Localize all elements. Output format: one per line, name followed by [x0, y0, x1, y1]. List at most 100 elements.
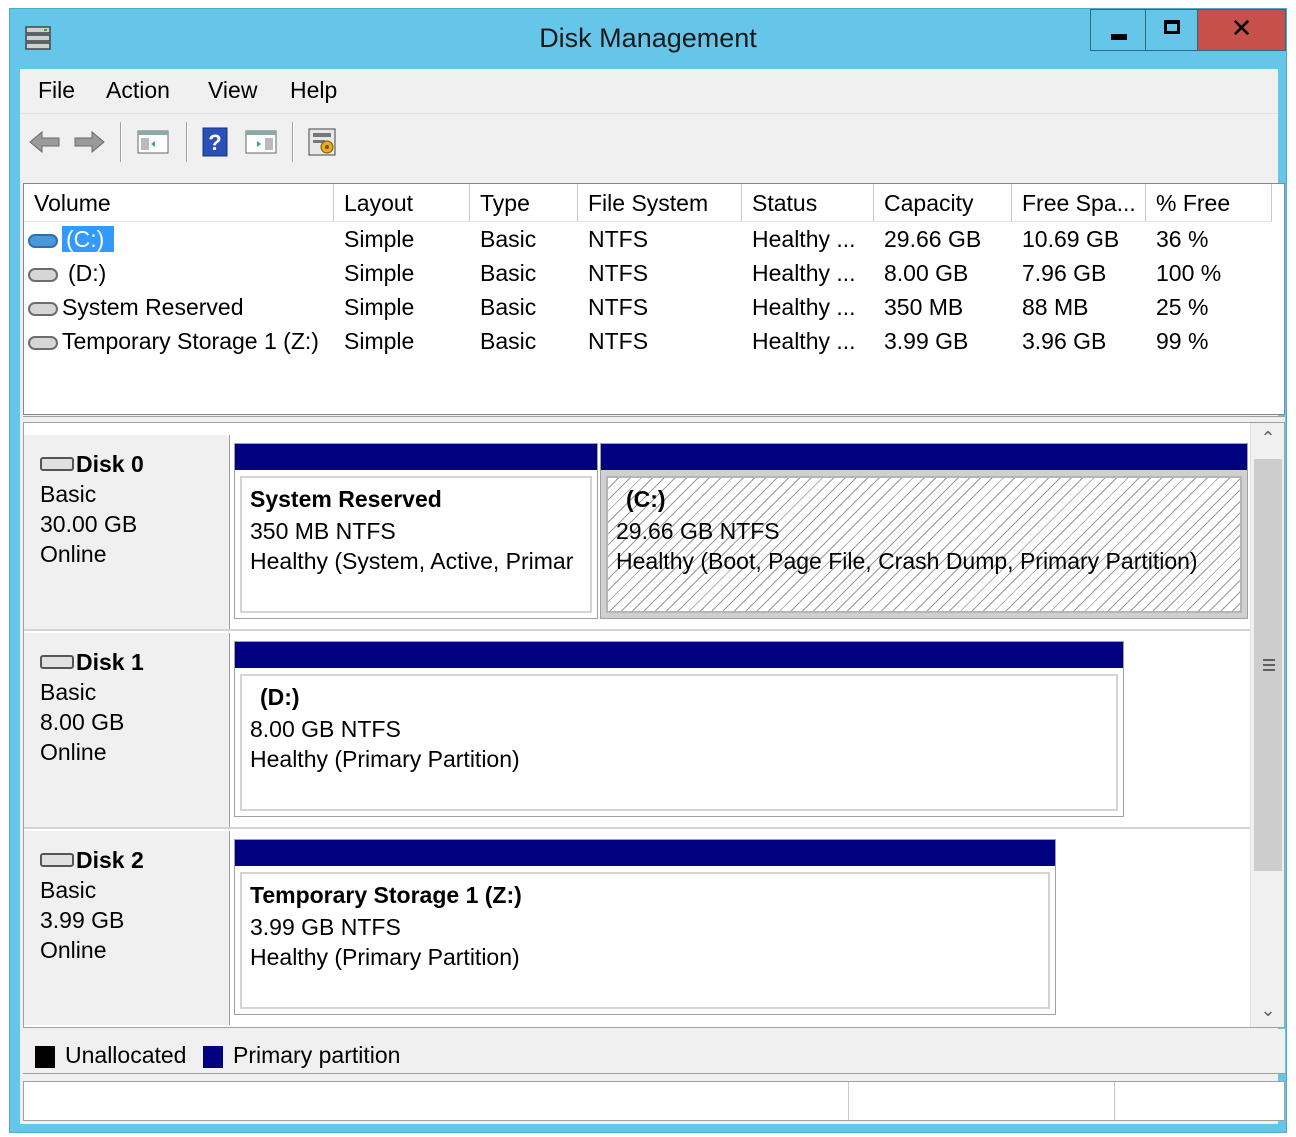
partition-size-fs: 8.00 GB NTFS — [250, 716, 401, 742]
vertical-scrollbar[interactable]: ⌃ ⌄ — [1250, 423, 1284, 1027]
volume-cell[interactable]: (C:) — [28, 226, 115, 253]
show-hide-console-tree-icon[interactable] — [136, 126, 170, 158]
primary-partition-bar — [235, 444, 597, 470]
status-cell: Healthy ... — [752, 328, 856, 354]
capacity-cell: 29.66 GB — [884, 226, 982, 252]
layout-cell: Simple — [344, 328, 415, 354]
maximize-button[interactable] — [1146, 9, 1198, 51]
menu-view[interactable]: View — [208, 77, 257, 104]
disk-kind: Basic — [40, 877, 97, 903]
layout-cell: Simple — [344, 260, 415, 286]
file-system-cell: NTFS — [588, 294, 649, 320]
legend-bar: Unallocated Primary partition — [23, 1029, 1285, 1074]
partition-body[interactable]: (D:) 8.00 GB NTFS Healthy (Primary Parti… — [240, 674, 1118, 811]
scroll-up-icon[interactable]: ⌃ — [1251, 423, 1284, 455]
maximize-icon — [1164, 20, 1180, 34]
help-icon[interactable]: ? — [200, 126, 230, 158]
column-header-free-space[interactable]: Free Spa... — [1012, 184, 1146, 222]
status-bar-separator — [848, 1082, 849, 1120]
volume-icon — [28, 233, 58, 248]
layout-cell: Simple — [344, 294, 415, 320]
volume-name[interactable]: (D:) — [62, 260, 106, 286]
back-arrow-icon[interactable] — [28, 126, 62, 158]
file-system-cell: NTFS — [588, 328, 649, 354]
column-header-layout[interactable]: Layout — [334, 184, 470, 222]
close-button[interactable]: ✕ — [1198, 9, 1286, 51]
volume-icon — [28, 301, 58, 316]
disk-state: Online — [40, 937, 107, 963]
partition-name: (C:) — [626, 486, 666, 512]
file-system-cell: NTFS — [588, 260, 649, 286]
volume-list: Volume Layout Type File System Status Ca… — [23, 183, 1285, 415]
menu-help[interactable]: Help — [290, 77, 337, 104]
show-hide-action-pane-icon[interactable] — [244, 126, 278, 158]
partition-size-fs: 3.99 GB NTFS — [250, 914, 401, 940]
partition-body[interactable]: Temporary Storage 1 (Z:) 3.99 GB NTFS He… — [240, 872, 1050, 1009]
column-header-file-system[interactable]: File System — [578, 184, 742, 222]
status-bar-separator — [1114, 1082, 1115, 1120]
column-header-capacity[interactable]: Capacity — [874, 184, 1012, 222]
partition-system-reserved[interactable]: System Reserved 350 MB NTFS Healthy (Sys… — [234, 443, 598, 619]
volume-name[interactable]: (C:) — [62, 226, 115, 252]
file-system-cell: NTFS — [588, 226, 649, 252]
partition-health: Healthy (Primary Partition) — [250, 944, 520, 970]
close-icon: ✕ — [1230, 14, 1253, 44]
forward-arrow-icon[interactable] — [72, 126, 106, 158]
column-header-volume[interactable]: Volume — [24, 184, 334, 222]
properties-icon[interactable] — [306, 126, 340, 158]
minimize-icon — [1111, 34, 1127, 40]
toolbar-separator — [292, 122, 294, 162]
menu-action[interactable]: Action — [106, 77, 170, 104]
partition-d[interactable]: (D:) 8.00 GB NTFS Healthy (Primary Parti… — [234, 641, 1124, 817]
volume-cell[interactable]: (D:) — [28, 260, 106, 287]
status-cell: Healthy ... — [752, 260, 856, 286]
title-bar[interactable]: Disk Management ✕ — [10, 9, 1286, 69]
scroll-down-icon[interactable]: ⌄ — [1251, 995, 1284, 1027]
volume-name[interactable]: System Reserved — [62, 294, 244, 320]
column-header-status[interactable]: Status — [742, 184, 874, 222]
partition-z[interactable]: Temporary Storage 1 (Z:) 3.99 GB NTFS He… — [234, 839, 1056, 1015]
scrollbar-thumb[interactable] — [1254, 459, 1282, 871]
primary-partition-bar — [235, 840, 1055, 866]
type-cell: Basic — [480, 294, 537, 320]
toolbar-separator — [120, 122, 122, 162]
disk-title: Disk 2 — [40, 847, 144, 874]
grip-icon — [1263, 659, 1275, 674]
disk-size: 3.99 GB — [40, 907, 125, 933]
disk-2-label[interactable]: Disk 2 Basic 3.99 GB Online — [24, 831, 232, 1025]
partition-name: (D:) — [260, 684, 300, 710]
legend-unallocated-label: Unallocated — [65, 1042, 187, 1068]
unallocated-swatch — [35, 1046, 55, 1068]
disk-icon — [40, 853, 74, 867]
column-header-percent-free[interactable]: % Free — [1146, 184, 1272, 222]
volume-icon — [28, 267, 58, 282]
partition-health: Healthy (Primary Partition) — [250, 746, 520, 772]
partition-body[interactable]: System Reserved 350 MB NTFS Healthy (Sys… — [240, 476, 592, 613]
volume-cell[interactable]: Temporary Storage 1 (Z:) — [28, 328, 319, 355]
disk-icon — [40, 655, 74, 669]
disk-size: 30.00 GB — [40, 511, 138, 537]
volume-name[interactable]: Temporary Storage 1 (Z:) — [62, 328, 319, 354]
volume-cell[interactable]: System Reserved — [28, 294, 244, 321]
status-cell: Healthy ... — [752, 294, 856, 320]
partition-size-fs: 350 MB NTFS — [250, 518, 396, 544]
type-cell: Basic — [480, 328, 537, 354]
partition-c[interactable]: (C:) 29.66 GB NTFS Healthy (Boot, Page F… — [600, 443, 1248, 619]
percent-free-cell: 25 % — [1156, 294, 1209, 320]
disk-1-label[interactable]: Disk 1 Basic 8.00 GB Online — [24, 633, 232, 827]
disk-icon — [40, 457, 74, 471]
disk-title: Disk 1 — [40, 649, 144, 676]
column-header-type[interactable]: Type — [470, 184, 578, 222]
percent-free-cell: 100 % — [1156, 260, 1222, 286]
partition-body-selected[interactable]: (C:) 29.66 GB NTFS Healthy (Boot, Page F… — [606, 476, 1242, 613]
volume-icon — [28, 335, 58, 350]
menu-bar: File Action View Help — [20, 69, 1278, 114]
capacity-cell: 350 MB — [884, 294, 964, 320]
disk-management-window: Disk Management ✕ File Action View Help … — [9, 8, 1287, 1133]
disk-0-label[interactable]: Disk 0 Basic 30.00 GB Online — [24, 435, 232, 629]
minimize-button[interactable] — [1090, 9, 1146, 51]
percent-free-cell: 99 % — [1156, 328, 1209, 354]
menu-file[interactable]: File — [38, 77, 75, 104]
client-area: File Action View Help ? Volume Layout Ty… — [20, 69, 1285, 1124]
primary-partition-bar — [601, 444, 1247, 470]
